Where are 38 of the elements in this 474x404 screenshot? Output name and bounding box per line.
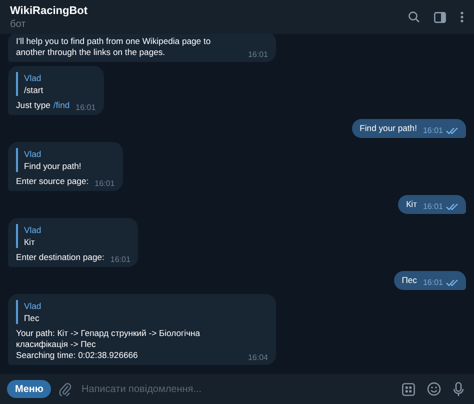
reply-text: Кіт (24, 236, 36, 248)
message-time: 16:01 (422, 201, 443, 212)
reply-author: Vlad (24, 148, 42, 160)
message-input[interactable]: Написати повідомлення... (81, 382, 402, 396)
reply-author: Vlad (24, 72, 42, 84)
message-text: Find your path! (360, 123, 417, 134)
sidebar-toggle-icon[interactable] (434, 12, 446, 22)
chat-subtitle: бот (10, 18, 27, 30)
message-text: I'll help you to find path from one Wikipedia page to another through the links on the pages. (16, 36, 212, 58)
message-time: 16:01 (76, 102, 96, 113)
message-text: Enter destination page: (16, 252, 104, 263)
microphone-icon[interactable] (453, 382, 464, 396)
message-time: 16:01 (422, 277, 443, 288)
message-text: Your path: Кіт -> Гепард стрункий -> Біологічна класифікація -> Пес (16, 328, 202, 350)
search-icon[interactable] (408, 11, 420, 23)
attach-icon[interactable] (59, 382, 72, 396)
message-time: 16:01 (94, 178, 115, 189)
reply-text: /start (24, 84, 44, 96)
message-time: 16:01 (422, 125, 443, 136)
message-time: 16:01 (248, 49, 268, 60)
message-text: Кіт (406, 199, 417, 210)
message-time: 16:04 (248, 352, 268, 363)
reply-author: Vlad (24, 300, 42, 312)
command-link[interactable]: /find (53, 100, 70, 111)
reply-text: Пес (24, 312, 40, 324)
chat-title: WikiRacingBot (10, 4, 89, 18)
composer-bar[interactable]: Меню Написати повідомлення... (0, 374, 474, 404)
message-text: Пес (402, 275, 417, 286)
message-text: Searching time: 0:02:38.926666 (16, 350, 139, 361)
bot-commands-icon[interactable] (402, 382, 415, 396)
message-text: Just type (16, 100, 50, 111)
reply-author: Vlad (24, 224, 42, 236)
message-time: 16:01 (110, 254, 130, 265)
emoji-icon[interactable] (427, 382, 441, 396)
menu-button[interactable]: Меню (7, 380, 52, 398)
message-text: Enter source page: (16, 176, 89, 187)
more-icon[interactable] (460, 11, 464, 23)
reply-text: Find your path! (24, 160, 82, 172)
